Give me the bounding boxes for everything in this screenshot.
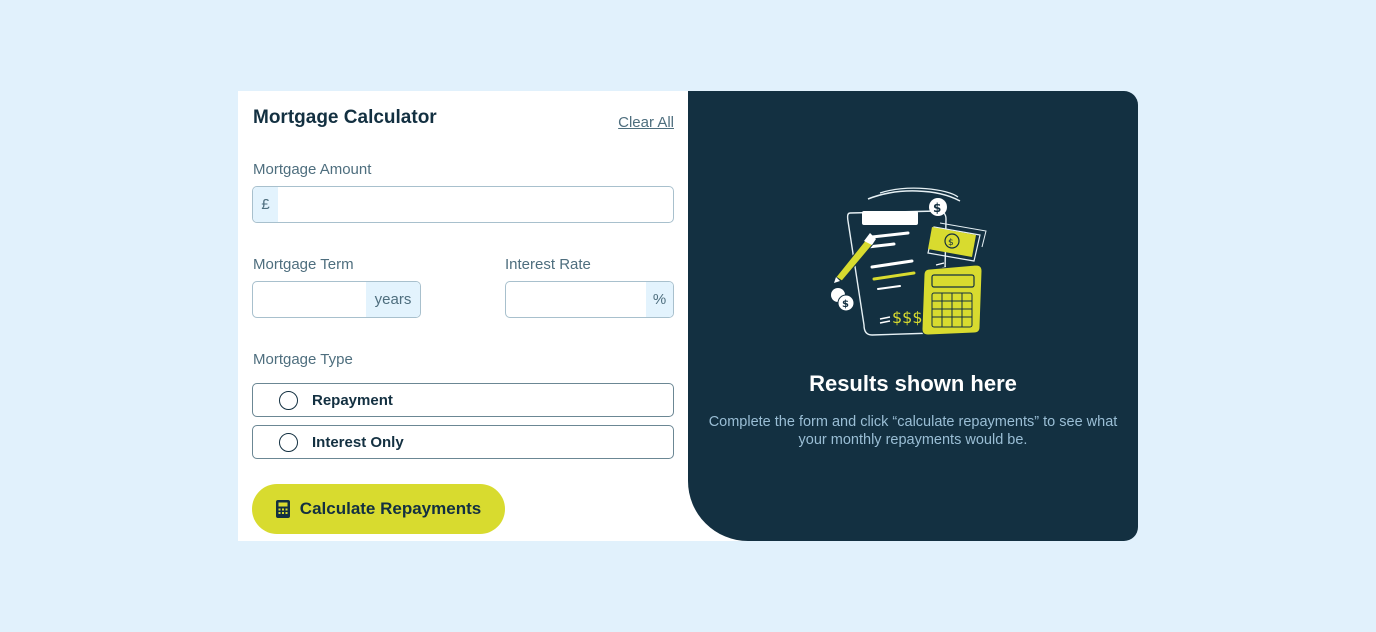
interest-rate-input[interactable]: [506, 282, 646, 317]
results-title: Results shown here: [809, 371, 1017, 396]
empty-results-illustration: $$$ $ $ $: [828, 185, 998, 350]
interest-only-label: Interest Only: [312, 433, 404, 451]
mortgage-calculator-card: Mortgage Calculator Clear All Mortgage A…: [238, 91, 1138, 541]
calculate-repayments-label: Calculate Repayments: [299, 499, 482, 518]
interest-only-option[interactable]: Interest Only: [252, 425, 674, 459]
mortgage-term-field: years: [252, 281, 421, 318]
mortgage-amount-field: £: [252, 186, 674, 223]
currency-prefix: £: [253, 187, 278, 222]
interest-only-radio[interactable]: [279, 432, 298, 452]
calculator-icon: [275, 500, 290, 518]
mortgage-amount-label: Mortgage Amount: [253, 161, 372, 178]
mortgage-type-label: Mortgage Type: [253, 351, 353, 368]
clear-all-link[interactable]: Clear All: [618, 114, 674, 131]
mortgage-term-input[interactable]: [253, 282, 366, 317]
svg-text:$: $: [933, 201, 941, 215]
repayment-radio[interactable]: [279, 390, 298, 410]
results-description: Complete the form and click “calculate r…: [708, 414, 1118, 448]
mortgage-amount-input[interactable]: [278, 187, 673, 222]
calculate-repayments-button[interactable]: Calculate Repayments: [252, 484, 505, 534]
svg-text:$: $: [842, 299, 849, 310]
repayment-option[interactable]: Repayment: [252, 383, 674, 417]
interest-rate-field: %: [505, 281, 674, 318]
term-suffix: years: [366, 282, 420, 317]
repayment-label: Repayment: [312, 391, 393, 409]
svg-text:$: $: [948, 238, 954, 248]
page-title: Mortgage Calculator: [253, 107, 437, 128]
svg-text:$$$: $$$: [892, 308, 923, 327]
rate-suffix: %: [646, 282, 673, 317]
results-panel: $$$ $ $ $ Results shown here Complete th…: [688, 91, 1138, 541]
mortgage-term-label: Mortgage Term: [253, 256, 354, 273]
form-panel: Mortgage Calculator Clear All Mortgage A…: [238, 91, 688, 541]
interest-rate-label: Interest Rate: [505, 256, 591, 273]
